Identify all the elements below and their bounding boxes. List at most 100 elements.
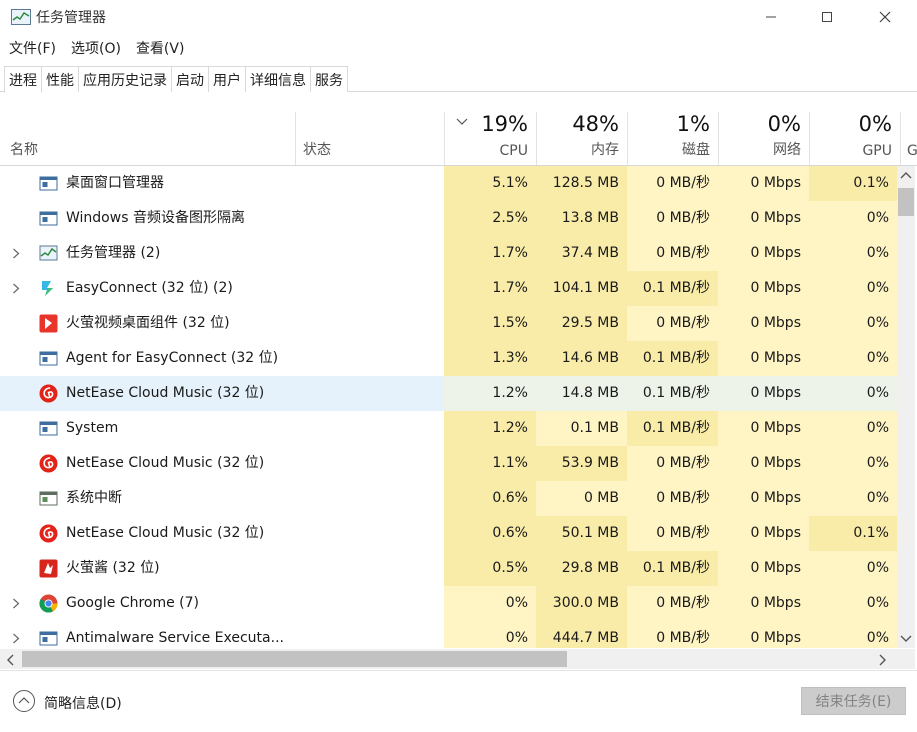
process-row[interactable]: Agent for EasyConnect (32 位) 1.3% 14.6 MB 0… (0, 341, 897, 376)
header-gpu-engine-column[interactable]: G (900, 112, 917, 165)
memory-cell: 37.4 MB (536, 236, 627, 271)
process-row[interactable]: NetEase Cloud Music (32 位) 0.6% 50.1 MB 0 M… (0, 516, 897, 551)
minimize-button[interactable] (748, 0, 794, 34)
maximize-icon (822, 12, 832, 22)
end-task-button[interactable]: 结束任务(E) (801, 687, 906, 715)
disk-cell: 0 MB/秒 (627, 586, 718, 621)
scroll-up-icon[interactable] (900, 171, 912, 179)
network-label: 网络 (773, 142, 801, 158)
easyconnect-icon (42, 281, 53, 296)
header-name-label: 名称 (10, 142, 38, 158)
collapse-circle-icon[interactable] (12, 689, 36, 713)
disk-cell: 0.1 MB/秒 (627, 376, 718, 411)
cpu-cell: 0% (444, 586, 536, 621)
cpu-cell: 1.3% (444, 341, 536, 376)
process-name: 火萤酱 (32 位) (66, 560, 160, 576)
scroll-down-icon[interactable] (900, 635, 912, 643)
cpu-label: CPU (499, 143, 528, 159)
tab-details[interactable]: 详细信息 (246, 66, 311, 92)
vertical-scroll-thumb[interactable] (898, 188, 914, 216)
gpu-cell: 0% (809, 621, 897, 648)
chevron-right-icon[interactable] (12, 633, 20, 644)
fewer-details-link[interactable]: 简略信息(D) (44, 693, 122, 713)
process-row[interactable]: 火萤视频桌面组件 (32 位) 1.5% 29.5 MB 0 MB/秒 0 Mbps 0% (0, 306, 897, 341)
horizontal-scrollbar[interactable] (0, 649, 897, 669)
process-row[interactable]: Google Chrome (7) 0% 300.0 MB 0 MB/秒 0 Mbps 0… (0, 586, 897, 621)
process-name: Windows 音频设备图形隔离 (66, 210, 245, 226)
process-row[interactable]: Antimalware Service Executa... 0% 444.7 MB… (0, 621, 897, 648)
header-status-column[interactable]: 状态 (295, 112, 444, 165)
window-app-icon (39, 631, 58, 646)
network-cell: 0 Mbps (718, 306, 809, 341)
window-title: 任务管理器 (36, 10, 106, 26)
chevron-right-icon[interactable] (12, 248, 20, 259)
process-name: Antimalware Service Executa... (66, 630, 284, 646)
cpu-cell: 1.7% (444, 236, 536, 271)
gpu-cell: 0% (809, 481, 897, 516)
tab-performance[interactable]: 性能 (42, 66, 79, 92)
disk-cell: 0 MB/秒 (627, 201, 718, 236)
memory-label: 内存 (591, 142, 619, 158)
gpu-cell: 0% (809, 306, 897, 341)
menu-view[interactable]: 查看(V) (131, 36, 190, 60)
window-app-icon (39, 176, 58, 191)
process-row[interactable]: EasyConnect (32 位) (2) 1.7% 104.1 MB 0.1 MB… (0, 271, 897, 306)
header-gpu-column[interactable]: 0% GPU (809, 112, 900, 165)
cpu-cell: 2.5% (444, 201, 536, 236)
memory-cell: 444.7 MB (536, 621, 627, 648)
disk-cell: 0.1 MB/秒 (627, 341, 718, 376)
process-name: 桌面窗口管理器 (66, 175, 164, 191)
gpu-cell: 0% (809, 271, 897, 306)
tab-processes[interactable]: 进程 (4, 66, 42, 93)
close-button[interactable] (862, 0, 908, 34)
process-row[interactable]: 系统中断 0.6% 0 MB 0 MB/秒 0 Mbps 0% (0, 481, 897, 516)
memory-cell: 104.1 MB (536, 271, 627, 306)
disk-cell: 0.1 MB/秒 (627, 271, 718, 306)
disk-total: 1% (676, 112, 710, 136)
maximize-button[interactable] (804, 0, 850, 34)
gpu-cell: 0% (809, 551, 897, 586)
network-cell: 0 Mbps (718, 446, 809, 481)
tab-app-history[interactable]: 应用历史记录 (79, 66, 172, 92)
process-row[interactable]: NetEase Cloud Music (32 位) 1.2% 14.8 MB 0.1… (0, 376, 897, 411)
process-row[interactable]: 火萤酱 (32 位) 0.5% 29.8 MB 0.1 MB/秒 0 Mbps 0% (0, 551, 897, 586)
header-name-column[interactable]: 名称 (0, 112, 295, 165)
process-name: Google Chrome (7) (66, 595, 200, 611)
menu-file[interactable]: 文件(F) (4, 36, 61, 60)
header-memory-column[interactable]: 48% 内存 (536, 112, 627, 165)
cpu-cell: 5.1% (444, 166, 536, 201)
network-cell: 0 Mbps (718, 166, 809, 201)
process-row[interactable]: System 1.2% 0.1 MB 0.1 MB/秒 0 Mbps 0% (0, 411, 897, 446)
network-cell: 0 Mbps (718, 411, 809, 446)
header-network-column[interactable]: 0% 网络 (718, 112, 809, 165)
disk-cell: 0 MB/秒 (627, 236, 718, 271)
tab-services[interactable]: 服务 (311, 66, 348, 92)
vertical-scrollbar[interactable] (897, 166, 915, 648)
process-row[interactable]: 桌面窗口管理器 5.1% 128.5 MB 0 MB/秒 0 Mbps 0.1% (0, 166, 897, 201)
disk-cell: 0 MB/秒 (627, 166, 718, 201)
menu-options[interactable]: 选项(O) (66, 36, 126, 60)
scroll-right-icon[interactable] (879, 654, 887, 666)
process-row[interactable]: 任务管理器 (2) 1.7% 37.4 MB 0 MB/秒 0 Mbps 0% (0, 236, 897, 271)
memory-cell: 14.8 MB (536, 376, 627, 411)
process-name: NetEase Cloud Music (32 位) (66, 525, 265, 541)
memory-cell: 128.5 MB (536, 166, 627, 201)
tab-startup[interactable]: 启动 (172, 66, 209, 92)
task-manager-icon (11, 9, 31, 25)
netease-music-icon (39, 524, 58, 543)
gpu-cell: 0% (809, 236, 897, 271)
chevron-right-icon[interactable] (12, 283, 20, 294)
memory-cell: 53.9 MB (536, 446, 627, 481)
footer: 简略信息(D) 结束任务(E) (0, 670, 917, 732)
network-cell: 0 Mbps (718, 516, 809, 551)
scroll-left-icon[interactable] (6, 654, 14, 666)
process-row[interactable]: Windows 音频设备图形隔离 2.5% 13.8 MB 0 MB/秒 0 Mbps 0… (0, 201, 897, 236)
process-row[interactable]: NetEase Cloud Music (32 位) 1.1% 53.9 MB 0 M… (0, 446, 897, 481)
chevron-right-icon[interactable] (12, 598, 20, 609)
header-disk-column[interactable]: 1% 磁盘 (627, 112, 718, 165)
tab-users[interactable]: 用户 (209, 66, 246, 92)
horizontal-scroll-thumb[interactable] (22, 651, 567, 667)
memory-cell: 50.1 MB (536, 516, 627, 551)
header-cpu-column[interactable]: 19% CPU (444, 112, 536, 165)
memory-cell: 14.6 MB (536, 341, 627, 376)
